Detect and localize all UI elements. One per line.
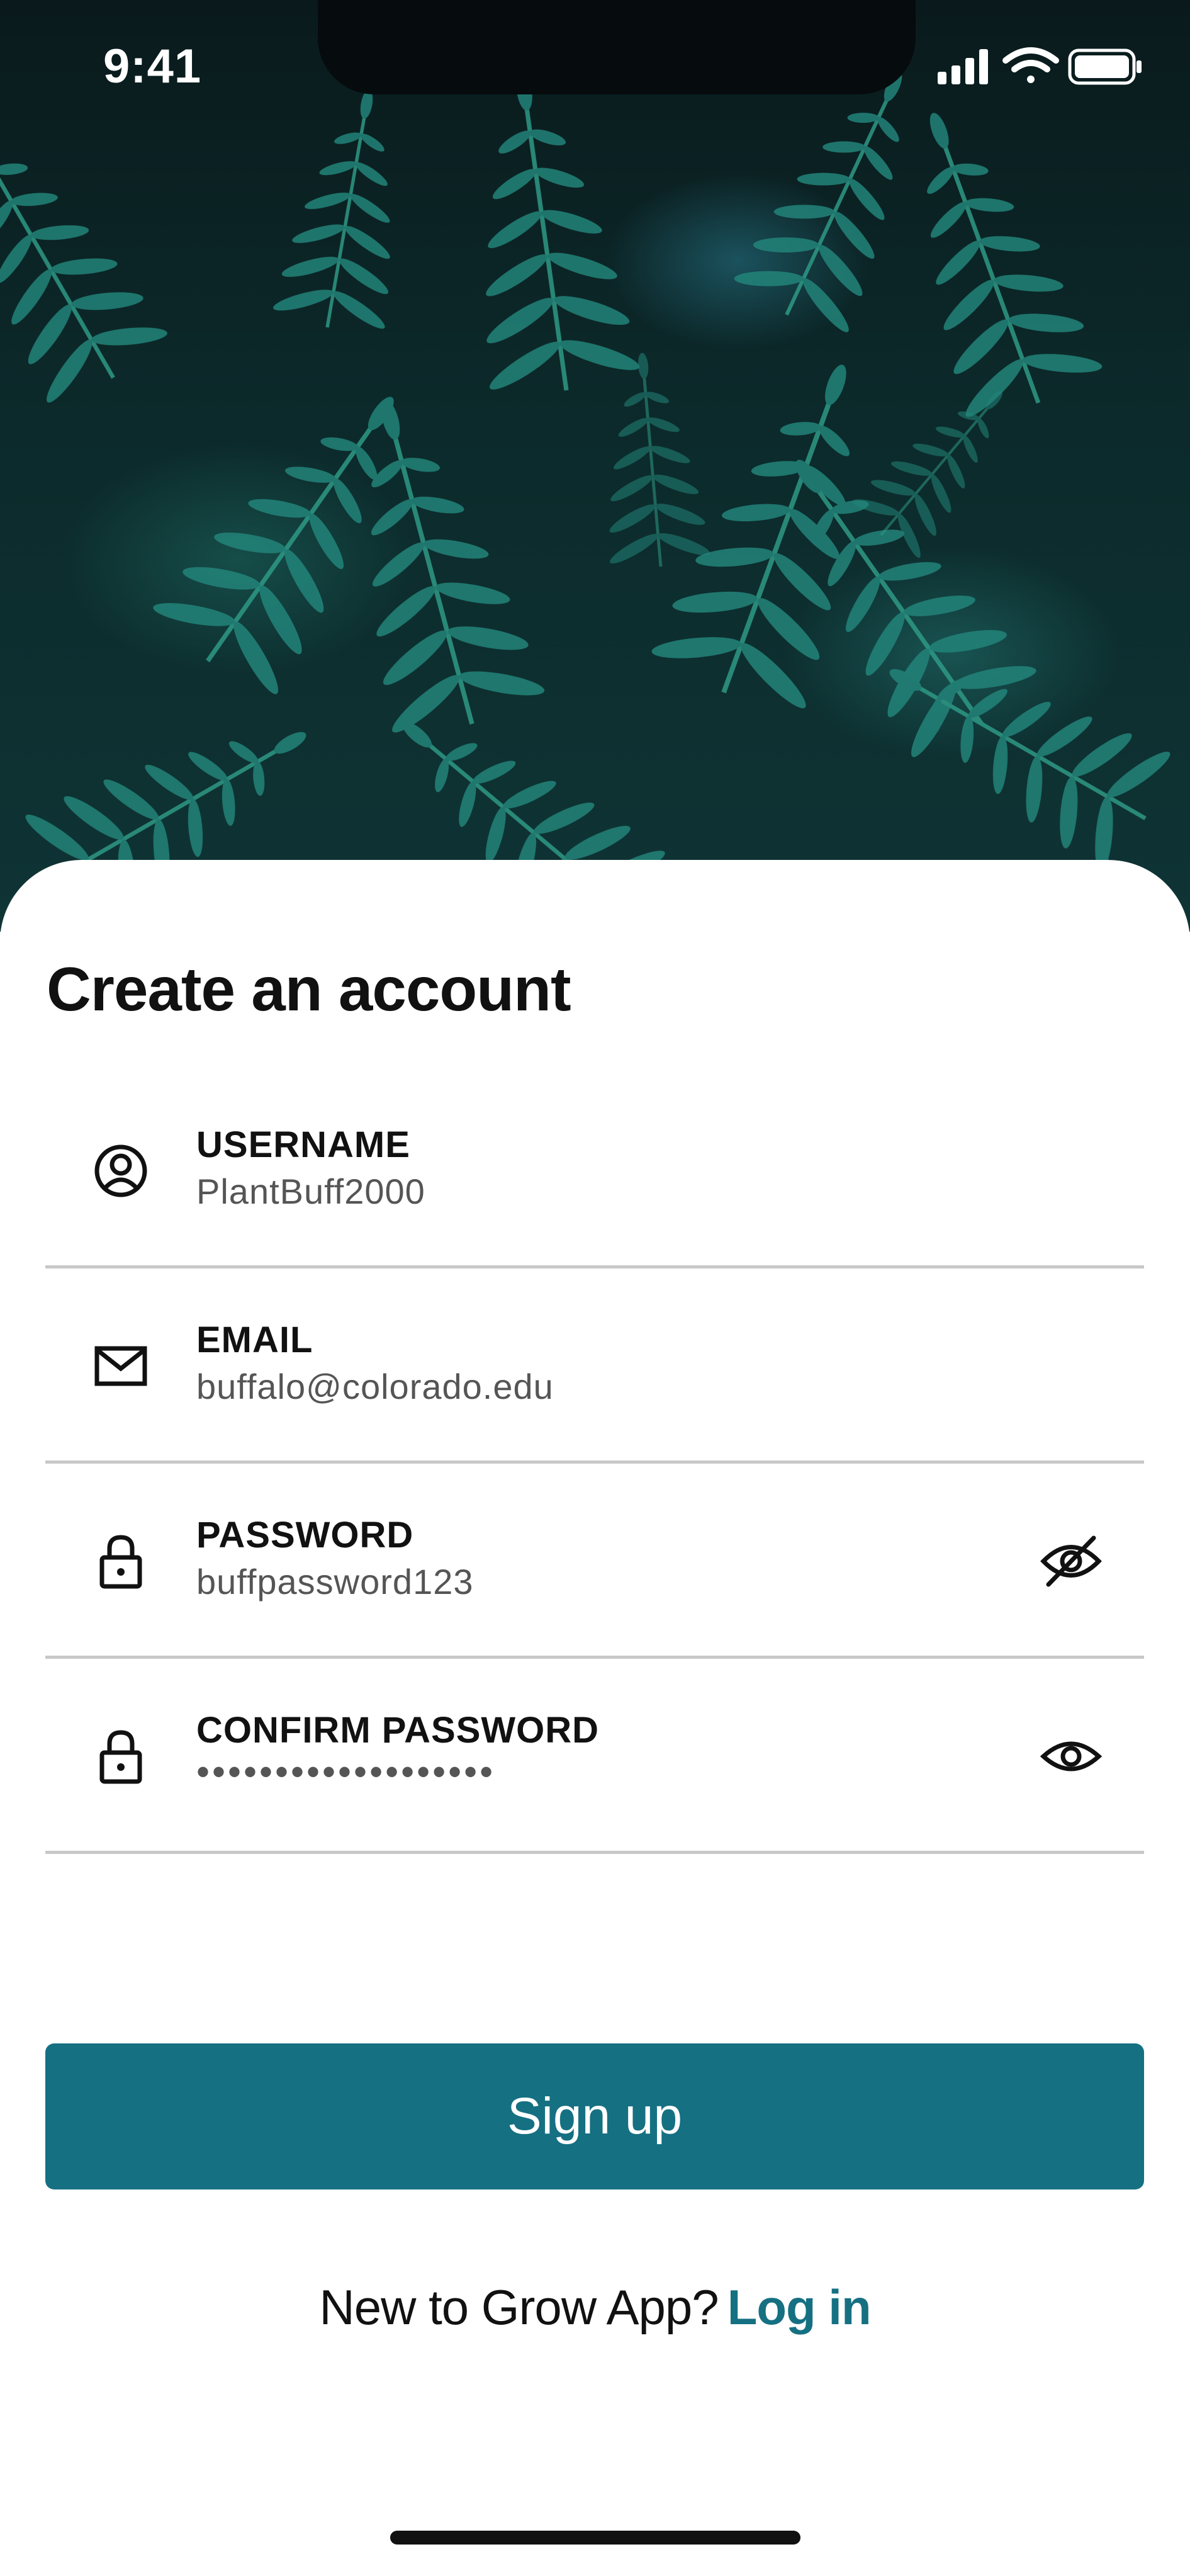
password-input[interactable]: buffpassword123 (196, 1561, 474, 1602)
login-prompt: New to Grow App? Log in (0, 2279, 1190, 2336)
email-input[interactable]: buffalo@colorado.edu (196, 1366, 554, 1407)
eye-icon[interactable] (1040, 1728, 1103, 1785)
page-title: Create an account (47, 954, 571, 1024)
battery-icon (1068, 48, 1142, 85)
confirm-password-label: CONFIRM PASSWORD (196, 1710, 600, 1751)
confirm-password-input[interactable]: ••••••••••••••••••• (196, 1750, 495, 1794)
user-circle-icon (94, 1144, 147, 1197)
status-icons (938, 45, 1145, 93)
username-label: USERNAME (196, 1124, 410, 1165)
hero-fern-image (0, 0, 1190, 932)
fern-leaves-illustration (0, 0, 1190, 932)
email-label: EMAIL (196, 1319, 313, 1360)
envelope-icon (94, 1346, 147, 1386)
log-in-link[interactable]: Log in (727, 2279, 872, 2335)
eye-off-icon[interactable] (1040, 1533, 1103, 1590)
login-prompt-text: New to Grow App? (319, 2279, 719, 2335)
status-time: 9:41 (103, 40, 202, 93)
cellular-signal-icon (938, 49, 988, 84)
password-label: PASSWORD (196, 1515, 414, 1556)
lock-icon (99, 1730, 142, 1784)
sign-up-button[interactable]: Sign up (45, 2043, 1144, 2189)
password-field[interactable]: PASSWORD buffpassword123 (45, 1460, 1144, 1659)
username-input[interactable]: PlantBuff2000 (196, 1171, 425, 1212)
email-field[interactable]: EMAIL buffalo@colorado.edu (45, 1265, 1144, 1464)
username-field[interactable]: USERNAME PlantBuff2000 (45, 1070, 1144, 1268)
confirm-password-field[interactable]: CONFIRM PASSWORD ••••••••••••••••••• (45, 1656, 1144, 1854)
wifi-icon (1002, 47, 1059, 83)
camera-notch (318, 0, 916, 94)
lock-icon (99, 1535, 142, 1589)
home-indicator (390, 2531, 800, 2545)
